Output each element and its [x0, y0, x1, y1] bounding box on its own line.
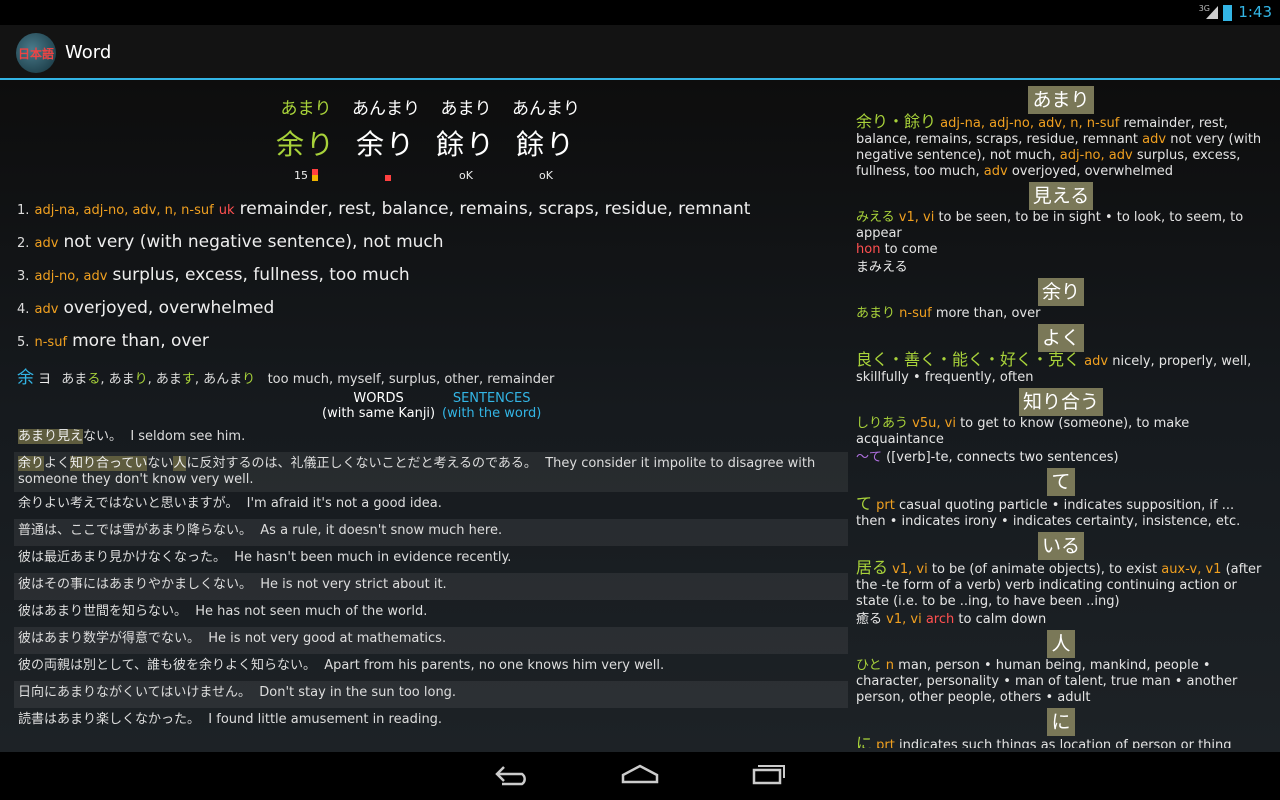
- part-of-speech: adj-no, adv: [34, 269, 108, 284]
- breakdown-entry[interactable]: 余り あまり n-suf more than, over: [856, 278, 1266, 322]
- breakdown-entry[interactable]: あまり 余り・餘り adj-na, adj-no, adv, n, n-suf …: [856, 86, 1266, 180]
- sentence-item[interactable]: あまり見えない。 I seldom see him.: [14, 425, 848, 452]
- headword-2[interactable]: あんまり 余り: [346, 94, 426, 183]
- sentence-item[interactable]: 彼はあまり世間を知らない。 He has not seen much of th…: [14, 600, 848, 627]
- frequency-badge: 15: [266, 169, 346, 183]
- sentence-item[interactable]: 彼は最近あまり見かけなくなった。 He hasn't been much in …: [14, 546, 848, 573]
- gloss: not very (with negative sentence), not m…: [63, 232, 444, 252]
- navigation-bar: [0, 752, 1280, 800]
- sentence-item[interactable]: 日向にあまりながくいてはいけません。 Don't stay in the sun…: [14, 681, 848, 708]
- part-of-speech: adv: [34, 236, 59, 251]
- headword-tag: oK: [459, 169, 473, 182]
- logo-text: 日本語: [17, 47, 54, 61]
- sentence-item[interactable]: 読書はあまり楽しくなかった。 I found little amusement …: [14, 708, 848, 735]
- breakdown-entry[interactable]: に に prt indicates such things as locatio…: [856, 708, 1266, 748]
- entry-headword: て: [1047, 468, 1075, 496]
- gloss: more than, over: [72, 331, 209, 351]
- usage-tag: uk: [218, 203, 235, 218]
- headword-reading: あまり: [440, 99, 492, 119]
- headword-kanji: 余り: [355, 128, 416, 161]
- headword-kanji: 餘り: [435, 128, 496, 161]
- definition-list: 1. adj-na, adj-no, adv, n, n-suf uk rema…: [17, 192, 837, 357]
- frequency-bar: [312, 169, 318, 181]
- entry-headword: 見える: [1028, 182, 1094, 210]
- sentence-list[interactable]: あまり見えない。 I seldom see him. 余りよく知り合っていない人…: [14, 425, 848, 735]
- definition-item: 1. adj-na, adj-no, adv, n, n-suf uk rema…: [17, 199, 751, 219]
- gloss: surplus, excess, fullness, too much: [112, 265, 410, 285]
- recents-button[interactable]: [738, 762, 798, 792]
- sentence-item[interactable]: 余りよい考えではないと思いますが。 I'm afraid it's not a …: [14, 492, 848, 519]
- entry-headword: いる: [1037, 532, 1084, 560]
- clock: 1:43: [1238, 3, 1272, 21]
- frequency-bar: [385, 175, 391, 181]
- sentence-item[interactable]: 彼はあまり数学が得意でない。 He is not very good at ma…: [14, 627, 848, 654]
- definition-item: 4. adv overjoyed, overwhelmed: [17, 298, 275, 318]
- tab-words[interactable]: WORDS (with same Kanji): [322, 391, 435, 421]
- headword-4[interactable]: あんまり 餘り oK: [506, 94, 586, 183]
- page-title: Word: [65, 42, 112, 63]
- breakdown-entry[interactable]: 知り合う しりあう v5u, vi to get to know (someon…: [856, 388, 1266, 466]
- headword-reading: あまり: [280, 99, 332, 119]
- back-icon: [495, 766, 526, 786]
- part-of-speech: adv: [34, 302, 59, 317]
- recents-icon: [752, 765, 785, 785]
- kanji-onyomi: ヨ: [38, 372, 52, 387]
- signal-icon: [1206, 6, 1218, 19]
- sentence-item[interactable]: 彼の両親は別として、誰も彼を余りよく知らない。 Apart from his p…: [14, 654, 848, 681]
- kanji-character[interactable]: 余: [17, 368, 34, 388]
- battery-icon: [1223, 5, 1232, 21]
- home-button[interactable]: [610, 762, 670, 792]
- headword-reading: あんまり: [352, 99, 420, 119]
- gloss: overjoyed, overwhelmed: [63, 298, 275, 318]
- entry-headword: 知り合う: [1018, 388, 1103, 416]
- definition-item: 5. n-suf more than, over: [17, 331, 209, 351]
- sentence-item[interactable]: 普通は、ここでは雪があまり降らない。 As a rule, it doesn't…: [14, 519, 848, 546]
- sentence-breakdown-pane[interactable]: あまり 余り・餘り adj-na, adj-no, adv, n, n-suf …: [856, 86, 1266, 748]
- part-of-speech: n-suf: [34, 335, 68, 350]
- kanji-info-row[interactable]: 余 ヨ あまる, あまり, あます, あんまり too much, myself…: [17, 363, 554, 388]
- headword-tag: oK: [539, 169, 553, 182]
- headword-reading: あんまり: [512, 99, 580, 119]
- home-icon: [621, 764, 659, 784]
- entry-headword: よく: [1037, 324, 1084, 352]
- frequency-badge: [346, 169, 426, 183]
- entry-headword: あまり: [1028, 86, 1094, 114]
- headword-kanji: 余り: [275, 128, 336, 161]
- app-logo-icon[interactable]: 日本語: [16, 33, 56, 73]
- action-bar: 日本語 Word: [0, 25, 1280, 80]
- entry-headword: 余り: [1037, 278, 1084, 306]
- definition-item: 2. adv not very (with negative sentence)…: [17, 232, 444, 252]
- sentence-item[interactable]: 余りよく知り合っていない人に反対するのは、礼儀正しくないことだと考えるのである。…: [14, 452, 848, 492]
- entry-headword: 人: [1047, 630, 1075, 658]
- definition-item: 3. adj-no, adv surplus, excess, fullness…: [17, 265, 410, 285]
- part-of-speech: adj-na, adj-no, adv, n, n-suf: [34, 203, 214, 218]
- breakdown-entry[interactable]: 見える みえる v1, vi to be seen, to be in sigh…: [856, 182, 1266, 276]
- sentence-item[interactable]: 彼はその事にはあまりやかましくない。 He is not very strict…: [14, 573, 848, 600]
- word-detail-pane[interactable]: あまり 余り 15 あんまり 余り あまり 餘り oK あんまり 餘り oK 1…: [14, 80, 848, 752]
- back-button[interactable]: [482, 762, 542, 792]
- headword-1[interactable]: あまり 余り 15: [266, 94, 346, 183]
- gloss: remainder, rest, balance, remains, scrap…: [239, 199, 751, 219]
- breakdown-entry[interactable]: 人 ひと n man, person • human being, mankin…: [856, 630, 1266, 706]
- tab-sentences[interactable]: SENTENCES (with the word): [442, 391, 541, 421]
- headword-kanji: 餘り: [515, 128, 576, 161]
- headword-3[interactable]: あまり 餘り oK: [426, 94, 506, 183]
- status-bar: 3G 1:43: [0, 0, 1280, 25]
- breakdown-entry[interactable]: いる 居る v1, vi to be (of animate objects),…: [856, 532, 1266, 628]
- kanji-meanings: too much, myself, surplus, other, remain…: [267, 372, 555, 387]
- breakdown-entry[interactable]: て て prt casual quoting particle • indica…: [856, 468, 1266, 530]
- entry-headword: に: [1047, 708, 1075, 736]
- breakdown-entry[interactable]: よく 良く・善く・能く・好く・克く adv nicely, properly, …: [856, 324, 1266, 386]
- content-area: あまり 余り 15 あんまり 余り あまり 餘り oK あんまり 餘り oK 1…: [0, 80, 1280, 752]
